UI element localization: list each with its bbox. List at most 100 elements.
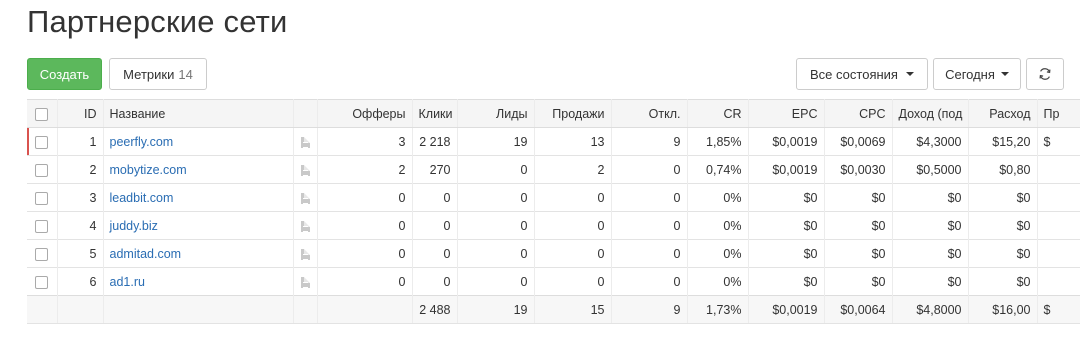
network-link[interactable]: juddy.biz: [110, 219, 158, 233]
states-dropdown[interactable]: Все состояния: [796, 58, 928, 90]
col-id[interactable]: ID: [57, 99, 104, 128]
metrics-button[interactable]: Метрики 14: [109, 58, 207, 90]
cell-rejected: 9: [611, 127, 688, 156]
network-link[interactable]: peerfly.com: [110, 135, 174, 149]
refresh-button[interactable]: [1026, 58, 1064, 90]
cell-sales: 2: [534, 155, 612, 184]
cell-rejected: 0: [611, 183, 688, 212]
cell-name: ad1.ru: [103, 267, 294, 296]
col-name[interactable]: Название: [103, 99, 294, 128]
col-rejected[interactable]: Откл.: [611, 99, 688, 128]
row-checkbox[interactable]: [35, 135, 49, 149]
row-select-cell: [27, 155, 58, 184]
cell-offers: 0: [317, 239, 413, 268]
document-icon[interactable]: [300, 220, 310, 232]
col-clicks[interactable]: Клики: [412, 99, 458, 128]
document-icon[interactable]: [300, 136, 310, 148]
totals-row: 2 488 19 15 9 1,73% $0,0019 $0,0064 $4,8…: [27, 295, 1080, 324]
cell-offers: 2: [317, 155, 413, 184]
col-expense[interactable]: Расход: [968, 99, 1038, 128]
cell-offers: 3: [317, 127, 413, 156]
cell-name: mobytize.com: [103, 155, 294, 184]
cell-icon: [293, 267, 318, 296]
cell-epc: $0: [748, 267, 825, 296]
cell-sales: 0: [534, 211, 612, 240]
select-all-checkbox[interactable]: [35, 107, 49, 121]
table-row[interactable]: 2 mobytize.com 2 270 0 2 0 0,74% $0,0019…: [27, 155, 1080, 184]
table-row[interactable]: 5 admitad.com 0 0 0 0 0 0% $0 $0 $0 $0: [27, 239, 1080, 268]
col-icon: [293, 99, 318, 128]
cell-id: 5: [57, 239, 104, 268]
cell-sales: 0: [534, 183, 612, 212]
document-icon[interactable]: [300, 164, 310, 176]
cell-name: juddy.biz: [103, 211, 294, 240]
network-link[interactable]: admitad.com: [110, 247, 182, 261]
total-income: $4,8000: [892, 295, 969, 324]
cell-offers: 0: [317, 267, 413, 296]
total-clicks: 2 488: [412, 295, 458, 324]
cell-clicks: 270: [412, 155, 458, 184]
cell-rejected: 0: [611, 239, 688, 268]
total-leads: 19: [457, 295, 535, 324]
cell-name: admitad.com: [103, 239, 294, 268]
total-cpc: $0,0064: [824, 295, 893, 324]
network-link[interactable]: ad1.ru: [110, 275, 145, 289]
period-label: Сегодня: [945, 66, 995, 82]
cell-income: $4,3000: [892, 127, 969, 156]
col-cr[interactable]: CR: [687, 99, 749, 128]
table-row[interactable]: 6 ad1.ru 0 0 0 0 0 0% $0 $0 $0 $0: [27, 267, 1080, 296]
network-link[interactable]: mobytize.com: [110, 163, 187, 177]
cell-cpc: $0: [824, 239, 893, 268]
page-title: Партнерские сети: [27, 4, 288, 39]
document-icon[interactable]: [300, 276, 310, 288]
table-row[interactable]: 1 peerfly.com 3 2 218 19 13 9 1,85% $0,0…: [27, 127, 1080, 156]
col-cpc[interactable]: CPC: [824, 99, 893, 128]
cell-expense: $0: [968, 239, 1038, 268]
col-leads[interactable]: Лиды: [457, 99, 535, 128]
cell-name: leadbit.com: [103, 183, 294, 212]
cell-income: $0,5000: [892, 155, 969, 184]
row-checkbox[interactable]: [35, 191, 49, 205]
total-sales: 15: [534, 295, 612, 324]
cell-leads: 0: [457, 239, 535, 268]
table-row[interactable]: 4 juddy.biz 0 0 0 0 0 0% $0 $0 $0 $0: [27, 211, 1080, 240]
total-rejected: 9: [611, 295, 688, 324]
cell-sales: 0: [534, 239, 612, 268]
cell-id: 4: [57, 211, 104, 240]
document-icon[interactable]: [300, 192, 310, 204]
row-checkbox[interactable]: [35, 219, 49, 233]
row-select-cell: [27, 127, 58, 156]
cell-icon: [293, 211, 318, 240]
cell-income: $0: [892, 267, 969, 296]
cell-epc: $0,0019: [748, 155, 825, 184]
cell-icon: [293, 239, 318, 268]
row-checkbox[interactable]: [35, 163, 49, 177]
cell-cr: 1,85%: [687, 127, 749, 156]
period-dropdown[interactable]: Сегодня: [933, 58, 1021, 90]
cell-profit: [1037, 183, 1080, 212]
cell-profit: [1037, 239, 1080, 268]
row-checkbox[interactable]: [35, 247, 49, 261]
col-sales[interactable]: Продажи: [534, 99, 612, 128]
cell-cpc: $0: [824, 211, 893, 240]
network-link[interactable]: leadbit.com: [110, 191, 174, 205]
col-profit[interactable]: Пр: [1037, 99, 1080, 128]
col-epc[interactable]: EPC: [748, 99, 825, 128]
cell-cpc: $0: [824, 183, 893, 212]
row-checkbox[interactable]: [35, 275, 49, 289]
create-button[interactable]: Создать: [27, 58, 102, 90]
col-offers[interactable]: Офферы: [317, 99, 413, 128]
cell-profit: [1037, 155, 1080, 184]
cell-cpc: $0,0030: [824, 155, 893, 184]
cell-sales: 13: [534, 127, 612, 156]
refresh-icon: [1039, 68, 1051, 80]
cell-id: 2: [57, 155, 104, 184]
col-income[interactable]: Доход (под: [892, 99, 969, 128]
document-icon[interactable]: [300, 248, 310, 260]
cell-rejected: 0: [611, 155, 688, 184]
cell-income: $0: [892, 239, 969, 268]
cell-cpc: $0: [824, 267, 893, 296]
cell-epc: $0,0019: [748, 127, 825, 156]
cell-offers: 0: [317, 183, 413, 212]
table-row[interactable]: 3 leadbit.com 0 0 0 0 0 0% $0 $0 $0 $0: [27, 183, 1080, 212]
